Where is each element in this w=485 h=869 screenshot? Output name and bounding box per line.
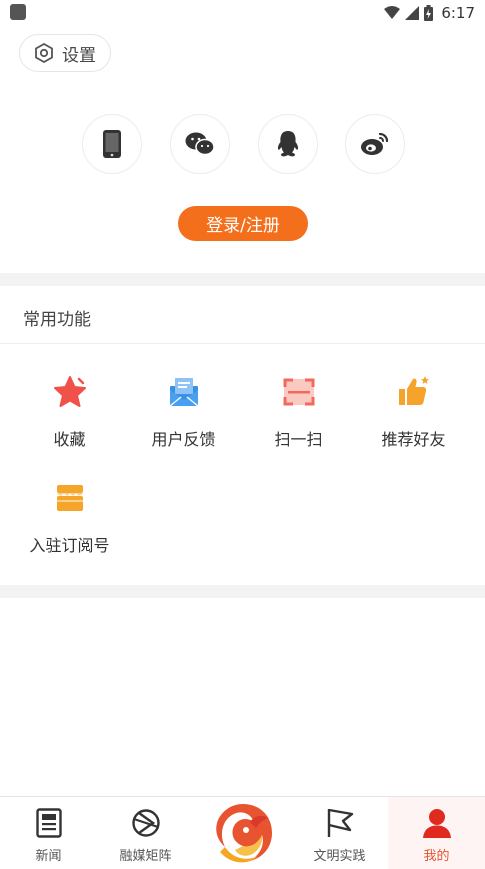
section-title-common-functions: 常用功能: [23, 310, 91, 330]
tab-label: 我的: [423, 849, 450, 864]
tab-label: 文明实践: [313, 849, 366, 864]
function-user-feedback[interactable]: 用户反馈: [123, 374, 244, 464]
wechat-login-button[interactable]: [170, 114, 230, 174]
flag-icon: [324, 807, 356, 839]
function-recommend-friends[interactable]: 推荐好友: [353, 374, 474, 464]
function-join-subscription[interactable]: 入驻订阅号: [9, 480, 130, 570]
tab-mine[interactable]: 我的: [388, 797, 485, 869]
person-icon: [421, 807, 453, 839]
tab-civilization-practice[interactable]: 文明实践: [291, 797, 388, 869]
login-register-button[interactable]: 登录/注册: [178, 206, 308, 241]
star-icon: [52, 374, 88, 410]
qq-login-button[interactable]: [258, 114, 318, 174]
news-icon: [33, 807, 65, 839]
store-icon: [52, 480, 88, 516]
hexagon-settings-icon: [34, 43, 54, 63]
notification-app-icon: [10, 4, 26, 20]
section-divider: [0, 273, 485, 286]
wifi-icon: [384, 6, 401, 19]
battery-icon: [424, 5, 434, 21]
wechat-icon: [185, 132, 215, 156]
settings-button[interactable]: 设置: [19, 34, 111, 72]
center-app-logo-button[interactable]: [210, 800, 276, 866]
section-divider: [0, 585, 485, 598]
section-separator-line: [0, 343, 485, 344]
signal-icon: [405, 6, 420, 20]
tab-label: 融媒矩阵: [119, 849, 172, 864]
function-label: 扫一扫: [274, 430, 323, 449]
app-logo-icon: [216, 804, 272, 863]
qq-icon: [277, 131, 299, 157]
mail-icon: [166, 374, 202, 410]
phone-login-button[interactable]: [82, 114, 142, 174]
function-scan[interactable]: 扫一扫: [238, 374, 359, 464]
thumbs-up-icon: [396, 374, 432, 410]
status-bar: 6:17: [0, 0, 485, 26]
scan-icon: [281, 374, 317, 410]
status-indicators: 6:17: [384, 2, 475, 24]
weibo-icon: [361, 132, 389, 155]
tab-media-matrix[interactable]: 融媒矩阵: [97, 797, 194, 869]
function-label: 收藏: [53, 430, 86, 449]
settings-label: 设置: [62, 45, 96, 66]
function-label: 用户反馈: [151, 430, 216, 449]
tab-news[interactable]: 新闻: [0, 797, 97, 869]
tab-label: 新闻: [35, 849, 62, 864]
weibo-login-button[interactable]: [345, 114, 405, 174]
function-label: 推荐好友: [381, 430, 446, 449]
media-matrix-icon: [130, 807, 162, 839]
status-time: 6:17: [441, 4, 475, 22]
function-label: 入驻订阅号: [29, 536, 110, 555]
function-favorites[interactable]: 收藏: [9, 374, 130, 464]
phone-icon: [103, 130, 121, 158]
